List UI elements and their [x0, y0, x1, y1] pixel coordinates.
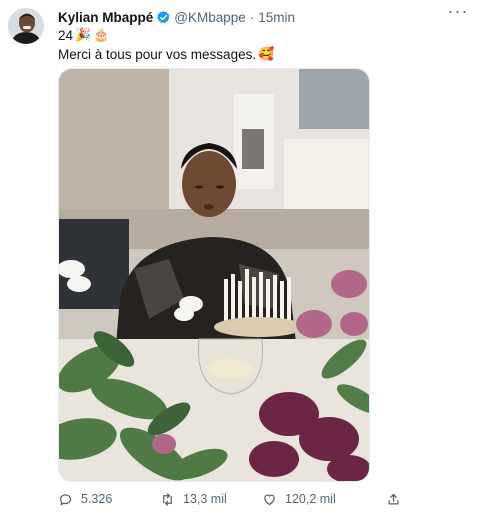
heart-icon: [264, 494, 275, 505]
tweet-header: Kylian Mbappé @KMbappe · 15min: [58, 7, 468, 27]
message-text: Merci à tous pour vos messages.: [58, 47, 257, 62]
verified-badge-icon: [157, 10, 170, 23]
author-handle[interactable]: @KMbappe: [174, 10, 246, 25]
reply-icon: [59, 493, 72, 505]
tweet-actions: 5.326 13,3 mil 120,2 mil: [58, 489, 418, 509]
smiling-face-hearts-emoji: 🥰: [258, 47, 275, 62]
party-popper-emoji: 🎉: [75, 28, 92, 43]
reply-count: 5.326: [81, 492, 113, 506]
timestamp[interactable]: 15min: [258, 10, 295, 25]
tweet[interactable]: Kylian Mbappé @KMbappe · 15min ··· 24 🎉 …: [0, 0, 480, 516]
more-options-icon[interactable]: ···: [446, 2, 470, 24]
retweet-icon: [163, 492, 172, 506]
tweet-photo[interactable]: [58, 68, 370, 482]
birthday-cake-emoji: 🎂: [93, 28, 110, 43]
reply-button[interactable]: 5.326: [58, 492, 112, 507]
tweet-text-line-1: 24 🎉 🎂: [58, 26, 274, 45]
like-count: 120,2 mil: [285, 492, 336, 506]
author-name[interactable]: Kylian Mbappé: [58, 10, 153, 25]
tweet-text: 24 🎉 🎂 Merci à tous pour vos messages. 🥰: [58, 26, 274, 64]
share-icon: [388, 493, 399, 504]
retweet-button[interactable]: 13,3 mil: [160, 492, 227, 507]
tweet-text-line-2: Merci à tous pour vos messages. 🥰: [58, 45, 274, 64]
retweet-count: 13,3 mil: [183, 492, 227, 506]
separator-dot: ·: [249, 9, 255, 25]
age-text: 24: [58, 28, 74, 43]
like-button[interactable]: 120,2 mil: [262, 492, 336, 507]
birthday-photo: [59, 69, 369, 481]
share-button[interactable]: [386, 492, 401, 507]
avatar[interactable]: [8, 8, 44, 44]
